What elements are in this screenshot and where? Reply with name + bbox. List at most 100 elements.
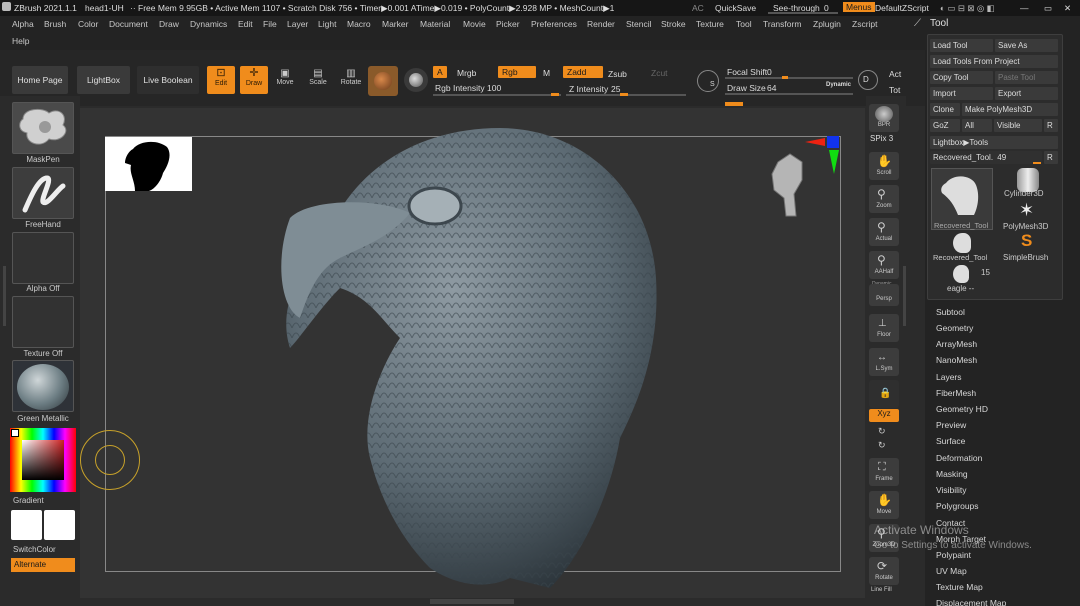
aahalf-button[interactable]: ⚲ AAHalf bbox=[869, 251, 899, 279]
material-thumbnail[interactable] bbox=[12, 360, 74, 412]
subpalette-subtool[interactable]: Subtool bbox=[936, 307, 965, 317]
frame-button[interactable]: ⛶ Frame bbox=[869, 458, 899, 486]
lightbox-button[interactable]: LightBox bbox=[77, 66, 130, 94]
left-tray-handle[interactable] bbox=[3, 266, 6, 326]
menu-brush[interactable]: Brush bbox=[44, 19, 66, 29]
rgb-intensity-handle[interactable] bbox=[551, 93, 559, 96]
minimize-icon[interactable]: — bbox=[1020, 3, 1029, 13]
scale-button[interactable]: ▤ Scale bbox=[306, 68, 330, 86]
subpalette-masking[interactable]: Masking bbox=[936, 469, 968, 479]
copy-tool-button[interactable]: Copy Tool bbox=[930, 71, 993, 84]
see-through-slider[interactable] bbox=[768, 12, 838, 14]
menu-edit[interactable]: Edit bbox=[238, 19, 253, 29]
subpalette-displacement-map[interactable]: Displacement Map bbox=[936, 598, 1006, 606]
live-boolean-button[interactable]: Live Boolean bbox=[137, 66, 199, 94]
subpalette-preview[interactable]: Preview bbox=[936, 420, 966, 430]
rotate-button[interactable]: ▥ Rotate bbox=[339, 68, 363, 86]
texture-thumbnail[interactable] bbox=[12, 296, 74, 348]
dynamic-toggle[interactable]: Dynamic bbox=[826, 82, 851, 88]
menu-file[interactable]: File bbox=[263, 19, 277, 29]
focal-shift-slider[interactable] bbox=[725, 77, 853, 79]
subpalette-layers[interactable]: Layers bbox=[936, 372, 962, 382]
load-tool-button[interactable]: Load Tool bbox=[930, 39, 993, 52]
a-toggle[interactable]: A bbox=[433, 66, 447, 78]
xyz-toggle[interactable]: Xyz bbox=[869, 409, 899, 422]
scroll-button[interactable]: ✋ Scroll bbox=[869, 152, 899, 180]
rotate-z-icon[interactable]: ↻ bbox=[878, 440, 886, 451]
zoom-button[interactable]: ⚲ Zoom bbox=[869, 185, 899, 213]
make-polymesh3d-button[interactable]: Make PolyMesh3D bbox=[962, 103, 1058, 116]
subpalette-surface[interactable]: Surface bbox=[936, 436, 965, 446]
export-button[interactable]: Export bbox=[995, 87, 1058, 100]
axis-gizmo[interactable] bbox=[805, 136, 841, 176]
quicksave-button[interactable]: QuickSave bbox=[715, 3, 756, 13]
menu-picker[interactable]: Picker bbox=[496, 19, 520, 29]
menu-layer[interactable]: Layer bbox=[287, 19, 308, 29]
menu-light[interactable]: Light bbox=[318, 19, 336, 29]
window-controls-icons[interactable]: ◐ ▭ ⊟ ⊠ ◎ ◧ bbox=[940, 3, 995, 14]
subpalette-texture-map[interactable]: Texture Map bbox=[936, 582, 983, 592]
menu-render[interactable]: Render bbox=[587, 19, 615, 29]
lightbox-tools-button[interactable]: Lightbox▶Tools bbox=[930, 136, 1058, 149]
menu-document[interactable]: Document bbox=[109, 19, 148, 29]
menu-material[interactable]: Material bbox=[420, 19, 450, 29]
goz-all-button[interactable]: All bbox=[962, 119, 992, 132]
tool-thumb-simplebrush[interactable]: S SimpleBrush bbox=[1003, 231, 1057, 263]
edit-button[interactable]: ⊡ Edit bbox=[207, 66, 235, 94]
bottom-tray-handle[interactable] bbox=[430, 599, 514, 604]
subpalette-deformation[interactable]: Deformation bbox=[936, 453, 982, 463]
maximize-icon[interactable]: ▭ bbox=[1044, 3, 1052, 14]
line-fill-button[interactable]: Line Fill bbox=[871, 587, 892, 593]
draw-button[interactable]: ✛ Draw bbox=[240, 66, 268, 94]
move-button[interactable]: ▣ Move bbox=[273, 68, 297, 86]
subpalette-uv-map[interactable]: UV Map bbox=[936, 566, 967, 576]
color-square[interactable] bbox=[22, 440, 64, 480]
menu-stroke[interactable]: Stroke bbox=[661, 19, 686, 29]
z-intensity-handle[interactable] bbox=[620, 93, 628, 96]
subpalette-geometry-hd[interactable]: Geometry HD bbox=[936, 404, 988, 414]
menu-zplugin[interactable]: Zplugin bbox=[813, 19, 841, 29]
menu-color[interactable]: Color bbox=[78, 19, 98, 29]
menu-zscript[interactable]: Zscript bbox=[852, 19, 878, 29]
menu-alpha[interactable]: Alpha bbox=[12, 19, 34, 29]
alternate-toggle[interactable]: Alternate bbox=[11, 558, 75, 572]
tool-thumb-recovered-2[interactable]: Recovered_Tool bbox=[931, 233, 993, 263]
menu-macro[interactable]: Macro bbox=[347, 19, 371, 29]
menu-texture[interactable]: Texture bbox=[696, 19, 724, 29]
focal-shift-handle[interactable] bbox=[782, 76, 788, 79]
subpalette-polypaint[interactable]: Polypaint bbox=[936, 550, 971, 560]
stroke-type-button[interactable] bbox=[404, 68, 428, 92]
goz-button[interactable]: GoZ bbox=[930, 119, 960, 132]
s-button[interactable]: S bbox=[697, 70, 719, 92]
tool-palette-header[interactable]: ⟋ Tool bbox=[914, 16, 1080, 34]
right-tray-handle[interactable] bbox=[903, 266, 906, 326]
menu-tool[interactable]: Tool bbox=[736, 19, 752, 29]
menu-dynamics[interactable]: Dynamics bbox=[190, 19, 227, 29]
subpalette-visibility[interactable]: Visibility bbox=[936, 485, 967, 495]
menu-help[interactable]: Help bbox=[12, 36, 29, 46]
subpalette-polygroups[interactable]: Polygroups bbox=[936, 501, 979, 511]
tool-thumb-polymesh3d[interactable]: ✶ PolyMesh3D bbox=[1003, 200, 1057, 232]
canvas-viewport[interactable] bbox=[80, 108, 865, 604]
load-tools-from-project-button[interactable]: Load Tools From Project bbox=[930, 55, 1058, 68]
stroke-thumbnail[interactable] bbox=[12, 167, 74, 219]
paste-tool-button[interactable]: Paste Tool bbox=[995, 71, 1058, 84]
move-view-button[interactable]: ✋ Move bbox=[869, 491, 899, 519]
close-icon[interactable]: ✕ bbox=[1064, 3, 1071, 14]
default-zscript-button[interactable]: DefaultZScript bbox=[875, 3, 929, 13]
save-as-button[interactable]: Save As bbox=[995, 39, 1058, 52]
goz-r-button[interactable]: R bbox=[1044, 119, 1058, 132]
menu-marker[interactable]: Marker bbox=[382, 19, 408, 29]
spix-control[interactable]: SPix 3 bbox=[870, 134, 893, 143]
color-picker[interactable] bbox=[10, 428, 76, 492]
home-page-button[interactable]: Home Page bbox=[12, 66, 68, 94]
floor-button[interactable]: ⊥ Floor bbox=[869, 314, 899, 342]
menu-movie[interactable]: Movie bbox=[463, 19, 486, 29]
menu-draw[interactable]: Draw bbox=[159, 19, 179, 29]
recovered-tool-r-button[interactable]: R bbox=[1044, 151, 1058, 164]
draw-size-slider[interactable] bbox=[725, 93, 853, 95]
rgb-intensity-slider[interactable] bbox=[433, 94, 561, 96]
import-button[interactable]: Import bbox=[930, 87, 993, 100]
recovered-tool-slider[interactable]: Recovered_Tool. 49 bbox=[930, 151, 1042, 164]
ac-label[interactable]: AC bbox=[692, 3, 704, 13]
